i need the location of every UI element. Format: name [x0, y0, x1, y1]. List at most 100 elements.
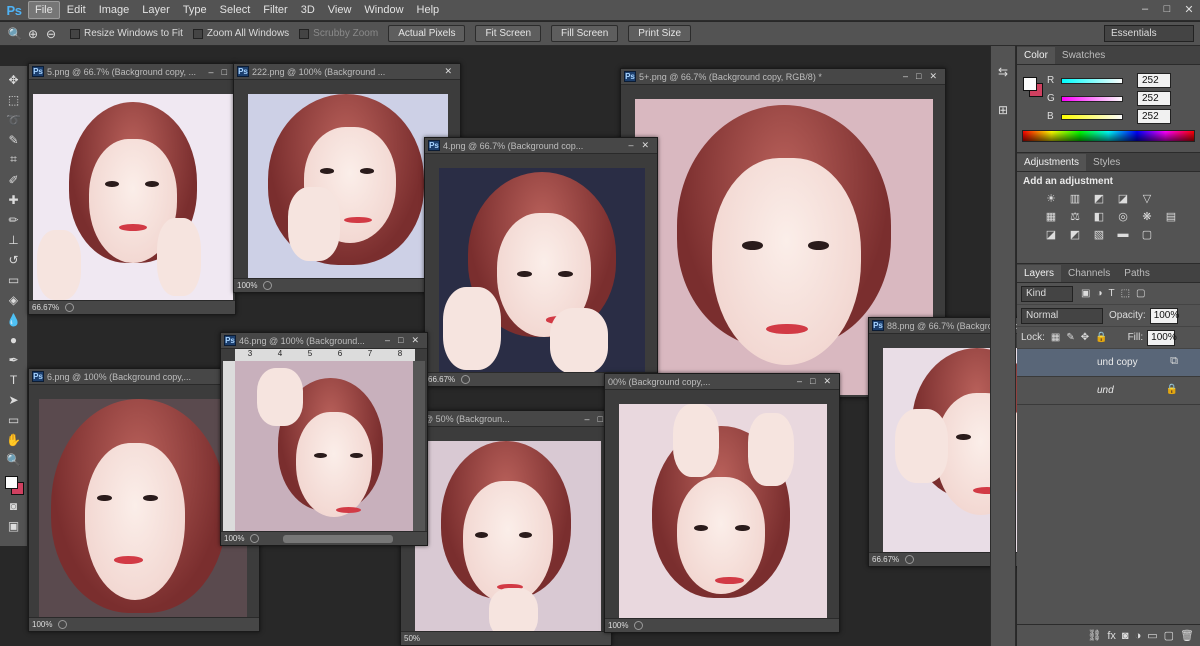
move-tool-icon[interactable]: ✥	[4, 70, 24, 89]
menu-type[interactable]: Type	[177, 2, 213, 18]
doc-minimize-button[interactable]: –	[797, 376, 802, 387]
image-canvas[interactable]	[248, 94, 448, 280]
doc-minimize-button[interactable]: –	[628, 140, 633, 151]
gradient-map-icon[interactable]: ▬	[1115, 227, 1131, 241]
layer-background[interactable]: und 🔒	[1017, 377, 1200, 405]
green-slider[interactable]	[1061, 95, 1123, 102]
menu-view[interactable]: View	[322, 2, 358, 18]
quick-select-tool-icon[interactable]: ✎	[4, 130, 24, 149]
image-canvas[interactable]	[33, 94, 233, 300]
green-value-input[interactable]: 252	[1137, 91, 1171, 106]
doc-minimize-button[interactable]: –	[209, 67, 214, 77]
document-window-4[interactable]: Ps 4.png @ 66.7% (Background cop... – ✕ 66.…	[424, 137, 658, 387]
menu-help[interactable]: Help	[411, 2, 446, 18]
stamp-tool-icon[interactable]: ⊥	[4, 230, 24, 249]
menu-layer[interactable]: Layer	[136, 2, 176, 18]
fill-screen-button[interactable]: Fill Screen	[551, 25, 619, 42]
doc-maximize-button[interactable]: □	[916, 71, 921, 82]
doc-close-button[interactable]: ✕	[823, 376, 831, 387]
scrubby-zoom-checkbox[interactable]	[299, 28, 310, 39]
menu-select[interactable]: Select	[214, 2, 257, 18]
image-canvas[interactable]	[415, 441, 601, 639]
link-layers-icon[interactable]: ⛓	[1087, 629, 1101, 642]
tab-adjustments[interactable]: Adjustments	[1017, 154, 1087, 171]
invert-icon[interactable]: ◪	[1043, 227, 1059, 241]
color-lookup-icon[interactable]: ▤	[1163, 209, 1179, 223]
doc-maximize-button[interactable]: □	[810, 376, 815, 387]
fill-input[interactable]: 100%	[1147, 329, 1177, 346]
fx-icon[interactable]: fx	[1107, 630, 1116, 642]
blue-value-input[interactable]: 252	[1137, 109, 1171, 124]
doc-minimize-button[interactable]: –	[585, 414, 590, 424]
image-canvas[interactable]	[39, 399, 247, 617]
tab-styles[interactable]: Styles	[1086, 154, 1127, 171]
add-mask-icon[interactable]: ◙	[1122, 630, 1129, 642]
tab-color[interactable]: Color	[1017, 47, 1055, 64]
zoom-tool-icon[interactable]: 🔍	[6, 25, 24, 43]
red-value-input[interactable]: 252	[1137, 73, 1171, 88]
threshold-icon[interactable]: ▧	[1091, 227, 1107, 241]
zoom-in-icon[interactable]: ⊕	[24, 25, 42, 43]
vertical-ruler[interactable]	[223, 361, 235, 531]
lasso-tool-icon[interactable]: ➰	[4, 110, 24, 129]
layer-filter-icons[interactable]: ▣◑T⬚▢	[1081, 288, 1152, 299]
crop-tool-icon[interactable]: ⌗	[4, 150, 24, 169]
doc-maximize-button[interactable]: □	[398, 335, 403, 346]
curves-icon[interactable]: ◩	[1091, 191, 1107, 205]
menu-file[interactable]: File	[28, 1, 60, 19]
document-window-5[interactable]: Ps 5.png @ 66.7% (Background copy, ... – □ …	[28, 63, 236, 315]
doc-maximize-button[interactable]: □	[222, 67, 227, 77]
document-window-46[interactable]: Ps 46.png @ 100% (Background... – □ ✕ 3 4 5 6 7 8…	[220, 332, 428, 546]
doc-maximize-button[interactable]: □	[598, 414, 603, 424]
levels-icon[interactable]: ▥	[1067, 191, 1083, 205]
tab-channels[interactable]: Channels	[1061, 265, 1117, 282]
layer-filter-kind-select[interactable]: Kind	[1021, 285, 1073, 302]
color-swatches[interactable]	[3, 474, 25, 496]
pen-tool-icon[interactable]: ✒	[4, 350, 24, 369]
quick-mask-icon[interactable]: ◙	[4, 496, 24, 515]
zoom-out-icon[interactable]: ⊖	[42, 25, 60, 43]
menu-3d[interactable]: 3D	[295, 2, 321, 18]
photo-filter-icon[interactable]: ◎	[1115, 209, 1131, 223]
history-panel-icon[interactable]: ⇆	[991, 60, 1015, 84]
actual-pixels-button[interactable]: Actual Pixels	[388, 25, 466, 42]
layer-background-copy[interactable]: und copy ⧉	[1017, 349, 1200, 377]
brush-tool-icon[interactable]: ✏	[4, 210, 24, 229]
blur-tool-icon[interactable]: 💧	[4, 310, 24, 329]
healing-tool-icon[interactable]: ✚	[4, 190, 24, 209]
menu-window[interactable]: Window	[358, 2, 409, 18]
red-slider[interactable]	[1061, 77, 1123, 84]
new-adjustment-icon[interactable]: ◑	[1135, 630, 1142, 642]
eyedropper-tool-icon[interactable]: ✐	[4, 170, 24, 189]
minimize-button[interactable]: –	[1134, 0, 1156, 18]
path-select-tool-icon[interactable]: ➤	[4, 390, 24, 409]
type-tool-icon[interactable]: T	[4, 370, 24, 389]
menu-filter[interactable]: Filter	[257, 2, 293, 18]
document-window-png-50[interactable]: .png @ 50% (Backgroun... – □ 50%	[400, 410, 612, 646]
blue-slider[interactable]	[1061, 113, 1123, 120]
new-group-icon[interactable]: ▭	[1147, 629, 1157, 642]
fit-screen-button[interactable]: Fit Screen	[475, 25, 542, 42]
doc-close-button[interactable]: ✕	[411, 335, 419, 346]
horizontal-scrollbar[interactable]	[283, 534, 394, 543]
channel-mixer-icon[interactable]: ❋	[1139, 209, 1155, 223]
foreground-color-swatch[interactable]	[4, 476, 18, 489]
close-button[interactable]: ✕	[1178, 0, 1200, 18]
resize-windows-checkbox[interactable]	[70, 28, 80, 39]
brightness-icon[interactable]: ☀	[1043, 191, 1059, 205]
hue-saturation-icon[interactable]: ▦	[1043, 209, 1059, 223]
doc-close-button[interactable]: ✕	[444, 66, 452, 77]
image-canvas[interactable]	[439, 168, 645, 374]
tab-paths[interactable]: Paths	[1117, 265, 1157, 282]
black-white-icon[interactable]: ◧	[1091, 209, 1107, 223]
tab-swatches[interactable]: Swatches	[1055, 47, 1112, 64]
color-spectrum[interactable]	[1022, 130, 1195, 142]
vibrance-icon[interactable]: ▽	[1139, 191, 1155, 205]
selective-color-icon[interactable]: ▢	[1139, 227, 1155, 241]
doc-close-button[interactable]: ✕	[929, 71, 937, 82]
image-canvas[interactable]	[235, 361, 415, 531]
posterize-icon[interactable]: ◩	[1067, 227, 1083, 241]
zoom-all-checkbox[interactable]	[192, 28, 203, 39]
menu-image[interactable]: Image	[93, 2, 136, 18]
vertical-scrollbar[interactable]	[413, 361, 425, 531]
